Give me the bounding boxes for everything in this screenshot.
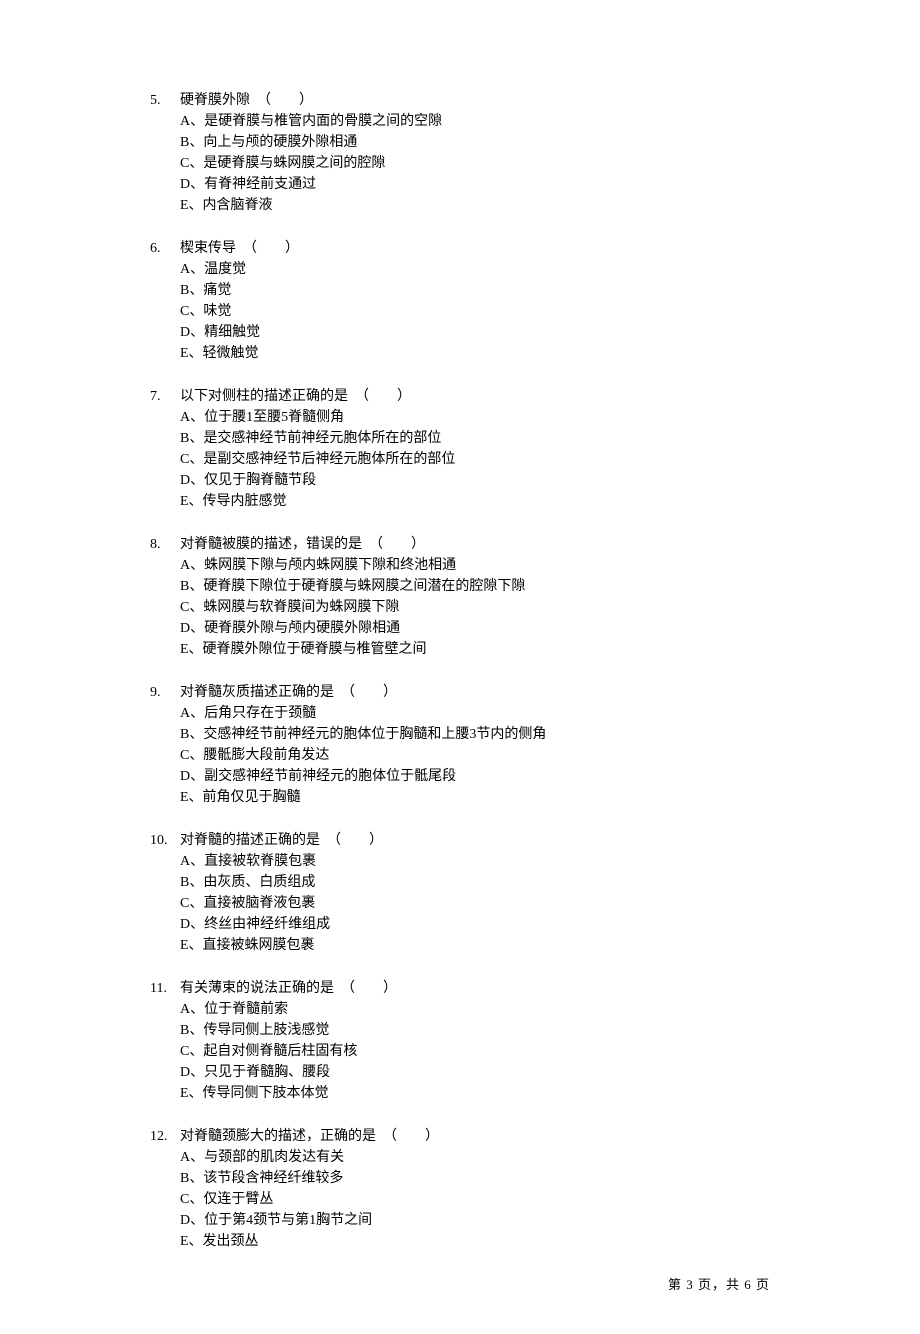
option-a: A、是硬脊膜与椎管内面的骨膜之间的空隙 — [180, 111, 770, 132]
option-a: A、后角只存在于颈髓 — [180, 703, 770, 724]
question-options: A、位于脊髓前索 B、传导同侧上肢浅感觉 C、起自对侧脊髓后柱固有核 D、只见于… — [150, 999, 770, 1104]
question-header: 11. 有关薄束的说法正确的是 （ ） — [150, 978, 770, 999]
option-a: A、位于腰1至腰5脊髓侧角 — [180, 407, 770, 428]
option-b: B、痛觉 — [180, 280, 770, 301]
question-options: A、是硬脊膜与椎管内面的骨膜之间的空隙 B、向上与颅的硬膜外隙相通 C、是硬脊膜… — [150, 111, 770, 216]
question-number: 7. — [150, 386, 180, 407]
option-e: E、前角仅见于胸髓 — [180, 787, 770, 808]
question-options: A、直接被软脊膜包裹 B、由灰质、白质组成 C、直接被脑脊液包裹 D、终丝由神经… — [150, 851, 770, 956]
option-e: E、轻微触觉 — [180, 343, 770, 364]
question-stem: 以下对侧柱的描述正确的是 （ ） — [180, 386, 411, 407]
option-e: E、传导内脏感觉 — [180, 491, 770, 512]
question-stem: 对脊髓颈膨大的描述，正确的是 （ ） — [180, 1126, 439, 1147]
option-c: C、腰骶膨大段前角发达 — [180, 745, 770, 766]
question-options: A、位于腰1至腰5脊髓侧角 B、是交感神经节前神经元胞体所在的部位 C、是副交感… — [150, 407, 770, 512]
option-d: D、仅见于胸脊髓节段 — [180, 470, 770, 491]
question-header: 12. 对脊髓颈膨大的描述，正确的是 （ ） — [150, 1126, 770, 1147]
option-d: D、终丝由神经纤维组成 — [180, 914, 770, 935]
option-d: D、副交感神经节前神经元的胞体位于骶尾段 — [180, 766, 770, 787]
question-stem: 对脊髓灰质描述正确的是 （ ） — [180, 682, 397, 703]
option-d: D、硬脊膜外隙与颅内硬膜外隙相通 — [180, 618, 770, 639]
question-8: 8. 对脊髓被膜的描述，错误的是 （ ） A、蛛网膜下隙与颅内蛛网膜下隙和终池相… — [150, 534, 770, 660]
option-a: A、位于脊髓前索 — [180, 999, 770, 1020]
question-header: 9. 对脊髓灰质描述正确的是 （ ） — [150, 682, 770, 703]
option-a: A、直接被软脊膜包裹 — [180, 851, 770, 872]
option-e: E、硬脊膜外隙位于硬脊膜与椎管壁之间 — [180, 639, 770, 660]
question-header: 7. 以下对侧柱的描述正确的是 （ ） — [150, 386, 770, 407]
question-header: 10. 对脊髓的描述正确的是 （ ） — [150, 830, 770, 851]
option-a: A、温度觉 — [180, 259, 770, 280]
option-c: C、仅连于臂丛 — [180, 1189, 770, 1210]
option-a: A、蛛网膜下隙与颅内蛛网膜下隙和终池相通 — [180, 555, 770, 576]
option-d: D、位于第4颈节与第1胸节之间 — [180, 1210, 770, 1231]
option-c: C、味觉 — [180, 301, 770, 322]
question-header: 5. 硬脊膜外隙 （ ） — [150, 90, 770, 111]
option-d: D、只见于脊髓胸、腰段 — [180, 1062, 770, 1083]
question-12: 12. 对脊髓颈膨大的描述，正确的是 （ ） A、与颈部的肌肉发达有关 B、该节… — [150, 1126, 770, 1252]
page-footer: 第 3 页，共 6 页 — [668, 1275, 770, 1295]
question-number: 10. — [150, 830, 180, 851]
question-stem: 对脊髓的描述正确的是 （ ） — [180, 830, 383, 851]
question-9: 9. 对脊髓灰质描述正确的是 （ ） A、后角只存在于颈髓 B、交感神经节前神经… — [150, 682, 770, 808]
option-b: B、向上与颅的硬膜外隙相通 — [180, 132, 770, 153]
option-b: B、传导同侧上肢浅感觉 — [180, 1020, 770, 1041]
question-options: A、温度觉 B、痛觉 C、味觉 D、精细触觉 E、轻微触觉 — [150, 259, 770, 364]
question-stem: 对脊髓被膜的描述，错误的是 （ ） — [180, 534, 425, 555]
question-options: A、与颈部的肌肉发达有关 B、该节段含神经纤维较多 C、仅连于臂丛 D、位于第4… — [150, 1147, 770, 1252]
question-stem: 有关薄束的说法正确的是 （ ） — [180, 978, 397, 999]
question-number: 12. — [150, 1126, 180, 1147]
option-b: B、是交感神经节前神经元胞体所在的部位 — [180, 428, 770, 449]
question-number: 9. — [150, 682, 180, 703]
option-b: B、交感神经节前神经元的胞体位于胸髓和上腰3节内的侧角 — [180, 724, 770, 745]
option-e: E、传导同侧下肢本体觉 — [180, 1083, 770, 1104]
question-number: 8. — [150, 534, 180, 555]
question-number: 5. — [150, 90, 180, 111]
exam-content: 5. 硬脊膜外隙 （ ） A、是硬脊膜与椎管内面的骨膜之间的空隙 B、向上与颅的… — [0, 0, 920, 1334]
question-7: 7. 以下对侧柱的描述正确的是 （ ） A、位于腰1至腰5脊髓侧角 B、是交感神… — [150, 386, 770, 512]
option-b: B、硬脊膜下隙位于硬脊膜与蛛网膜之间潜在的腔隙下隙 — [180, 576, 770, 597]
option-e: E、直接被蛛网膜包裹 — [180, 935, 770, 956]
option-c: C、起自对侧脊髓后柱固有核 — [180, 1041, 770, 1062]
question-10: 10. 对脊髓的描述正确的是 （ ） A、直接被软脊膜包裹 B、由灰质、白质组成… — [150, 830, 770, 956]
question-5: 5. 硬脊膜外隙 （ ） A、是硬脊膜与椎管内面的骨膜之间的空隙 B、向上与颅的… — [150, 90, 770, 216]
question-options: A、后角只存在于颈髓 B、交感神经节前神经元的胞体位于胸髓和上腰3节内的侧角 C… — [150, 703, 770, 808]
question-header: 8. 对脊髓被膜的描述，错误的是 （ ） — [150, 534, 770, 555]
option-a: A、与颈部的肌肉发达有关 — [180, 1147, 770, 1168]
option-c: C、蛛网膜与软脊膜间为蛛网膜下隙 — [180, 597, 770, 618]
question-number: 11. — [150, 978, 180, 999]
option-c: C、是硬脊膜与蛛网膜之间的腔隙 — [180, 153, 770, 174]
question-11: 11. 有关薄束的说法正确的是 （ ） A、位于脊髓前索 B、传导同侧上肢浅感觉… — [150, 978, 770, 1104]
option-d: D、精细触觉 — [180, 322, 770, 343]
question-6: 6. 楔束传导 （ ） A、温度觉 B、痛觉 C、味觉 D、精细触觉 E、轻微触… — [150, 238, 770, 364]
option-c: C、是副交感神经节后神经元胞体所在的部位 — [180, 449, 770, 470]
question-stem: 硬脊膜外隙 （ ） — [180, 90, 313, 111]
question-number: 6. — [150, 238, 180, 259]
option-b: B、该节段含神经纤维较多 — [180, 1168, 770, 1189]
option-e: E、内含脑脊液 — [180, 195, 770, 216]
option-e: E、发出颈丛 — [180, 1231, 770, 1252]
question-header: 6. 楔束传导 （ ） — [150, 238, 770, 259]
option-c: C、直接被脑脊液包裹 — [180, 893, 770, 914]
option-d: D、有脊神经前支通过 — [180, 174, 770, 195]
question-stem: 楔束传导 （ ） — [180, 238, 299, 259]
question-options: A、蛛网膜下隙与颅内蛛网膜下隙和终池相通 B、硬脊膜下隙位于硬脊膜与蛛网膜之间潜… — [150, 555, 770, 660]
option-b: B、由灰质、白质组成 — [180, 872, 770, 893]
